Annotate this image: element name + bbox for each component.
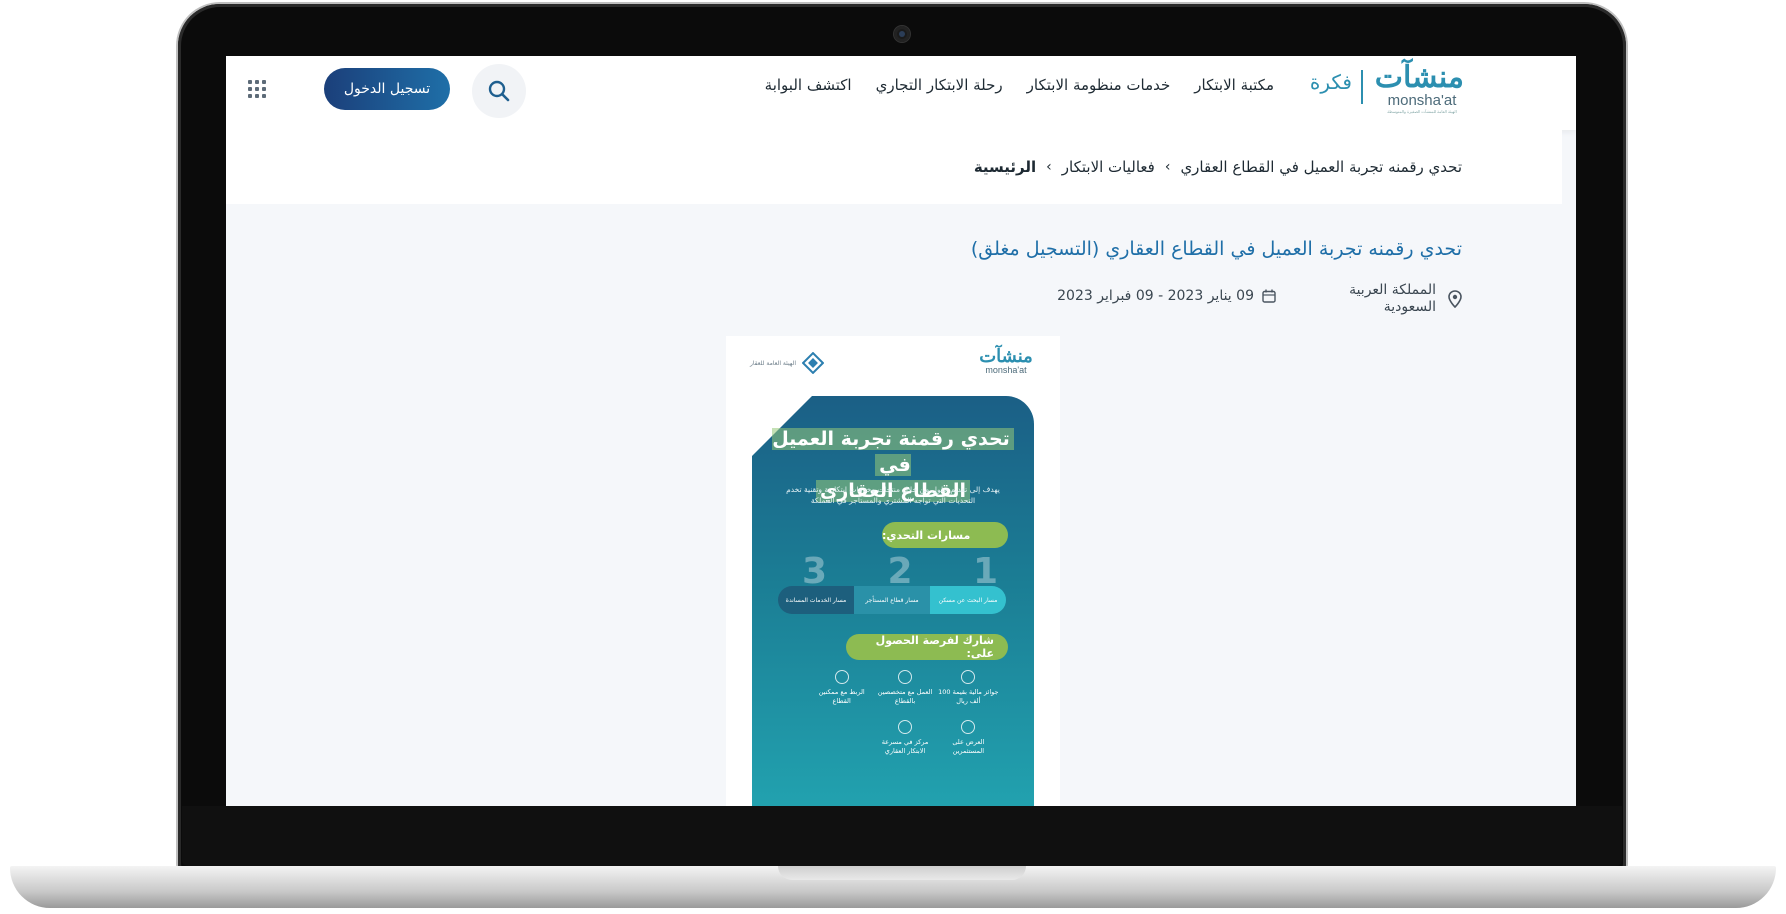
poster-logo-english: monsha'at (985, 365, 1027, 375)
poster-benefits-heading: شارك لفرصة الحصول على: (846, 634, 1008, 660)
track-home-search: مسار البحث عن مسكن (930, 586, 1006, 614)
partner-name: الهيئة العامة للعقار (750, 359, 797, 367)
breadcrumb-separator: › (1046, 159, 1052, 175)
browser-viewport: منشآت monsha'at الهيئة العامة للمنشآت ال… (226, 56, 1576, 806)
poster-logo-arabic: منشآت (979, 346, 1033, 367)
event-poster: منشآت monsha'at الهيئة العامة للعقار تحد… (726, 336, 1060, 806)
event-location: المملكة العربية السعودية (1344, 282, 1462, 316)
benefit-item: جوائز مالية بقيمة 100 ألف ريال (937, 670, 1000, 706)
logo-divider (1361, 70, 1363, 104)
poster-title-line1: تحدي رقمنة تجربة العميل في (772, 428, 1014, 476)
logo-arabic: منشآت (1374, 60, 1464, 95)
benefit-item: مركز في مسرعة الابتكار العقاري (873, 720, 936, 756)
brand-fikra[interactable]: فكرة (1310, 70, 1352, 94)
poster-partner-logo: الهيئة العامة للعقار (750, 352, 825, 374)
webcam (894, 26, 910, 42)
search-button[interactable] (472, 64, 526, 118)
main-nav: اكتشف البوابة رحلة الابتكار التجاري خدما… (765, 76, 1274, 94)
nav-ecosystem-services[interactable]: خدمات منظومة الابتكار (1027, 76, 1171, 94)
location-pin-icon (1448, 290, 1462, 308)
dates-text: 09 يناير 2023 - 09 فبراير 2023 (1057, 288, 1254, 304)
breadcrumb-current: تحدي رقمنه تجربة العميل في القطاع العقار… (1180, 158, 1462, 176)
login-button[interactable]: تسجيل الدخول (324, 68, 450, 110)
calendar-icon (1262, 289, 1276, 303)
breadcrumb-separator: › (1164, 159, 1171, 175)
benefit-item: الربط مع ممكنين القطاع (810, 670, 873, 706)
benefit-icon (834, 670, 849, 684)
track-tenant: مسار قطاع المستأجر (854, 586, 930, 614)
monshaat-logo[interactable]: منشآت monsha'at الهيئة العامة للمنشآت ال… (1374, 60, 1464, 120)
poster-benefits: جوائز مالية بقيمة 100 ألف ريال العمل مع … (810, 670, 1000, 756)
benefit-text: العرض على المستثمرين (952, 738, 985, 755)
benefit-icon (961, 670, 976, 684)
benefit-text: جوائز مالية بقيمة 100 ألف ريال (938, 688, 999, 705)
logo-english: monsha'at (1387, 92, 1457, 109)
page-title: تحدي رقمنه تجربة العميل في القطاع العقار… (970, 238, 1462, 260)
benefit-item: العرض على المستثمرين (937, 720, 1000, 756)
partner-emblem-icon (802, 352, 825, 374)
track-numbers: 3 2 1 (802, 554, 998, 590)
tracks-bar: مسار الخدمات المساندة مسار قطاع المستأجر… (778, 586, 1006, 614)
logo-subtitle: الهيئة العامة للمنشآت الصغيرة والمتوسطة (1387, 109, 1457, 114)
event-dates: 09 يناير 2023 - 09 فبراير 2023 (1057, 288, 1276, 304)
benefit-item: العمل مع متخصصين بالقطاع (873, 670, 936, 706)
laptop-bezel (182, 806, 1622, 866)
apps-grid-icon[interactable] (248, 80, 266, 98)
site-header: منشآت monsha'at الهيئة العامة للمنشآت ال… (226, 56, 1576, 130)
breadcrumb-parent[interactable]: فعاليات الابتكار (1062, 158, 1155, 176)
breadcrumb: الرئيسية › فعاليات الابتكار › تحدي رقمنه… (974, 158, 1462, 176)
benefit-text: مركز في مسرعة الابتكار العقاري (881, 738, 929, 755)
nav-innovation-library[interactable]: مكتبة الابتكار (1194, 76, 1274, 94)
breadcrumb-home[interactable]: الرئيسية (974, 158, 1036, 176)
nav-innovation-journey[interactable]: رحلة الابتكار التجاري (876, 76, 1003, 94)
poster-tracks-heading: مسارات التحدي: (882, 522, 1008, 548)
search-icon (488, 80, 510, 102)
nav-discover-portal[interactable]: اكتشف البوابة (765, 76, 852, 94)
track-number: 3 (802, 551, 828, 592)
track-number: 2 (887, 551, 913, 592)
track-number: 1 (972, 551, 998, 592)
benefit-icon (898, 720, 913, 734)
benefit-text: العمل مع متخصصين بالقطاع (877, 688, 933, 705)
poster-monshaat-logo: منشآت monsha'at (978, 348, 1034, 375)
benefit-text: الربط مع ممكنين القطاع (818, 688, 865, 705)
poster-description: يهدف إلى تقديم حلول من خلال منتجات وخدما… (786, 485, 1000, 505)
track-support-services: مسار الخدمات المساندة (778, 586, 854, 614)
benefit-icon (961, 720, 976, 734)
laptop-notch (778, 866, 1026, 880)
location-text: المملكة العربية السعودية (1349, 282, 1436, 315)
benefit-icon (898, 670, 913, 684)
